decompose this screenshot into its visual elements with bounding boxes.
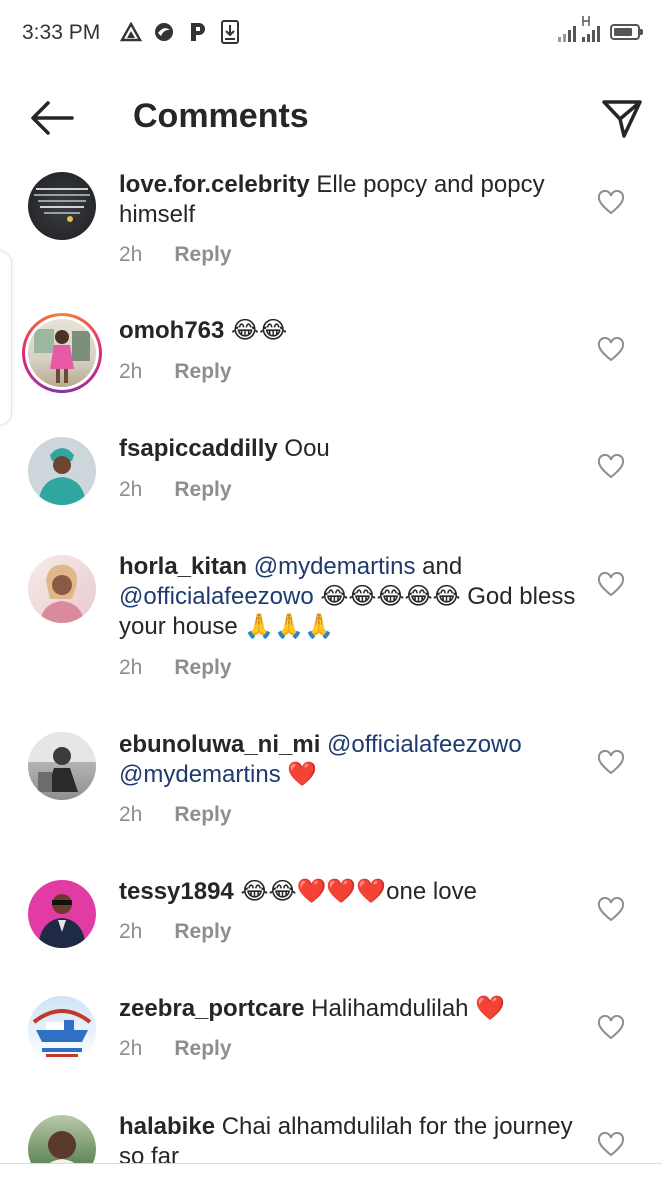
comment-meta: 2h Reply	[119, 656, 232, 680]
comment-text: ebunoluwa_ni_mi @officialafeezowo @mydem…	[119, 730, 579, 790]
delta-icon	[120, 20, 142, 44]
comment-time: 2h	[119, 920, 143, 943]
comment-username[interactable]: ebunoluwa_ni_mi	[119, 731, 320, 758]
like-button[interactable]	[597, 571, 625, 598]
comment-meta: 2h Reply	[119, 920, 232, 944]
notification-icons	[120, 20, 241, 44]
like-button[interactable]	[597, 336, 625, 363]
comment-username[interactable]: love.for.celebrity	[119, 171, 310, 198]
comment-body: and	[415, 553, 463, 580]
reply-button[interactable]: Reply	[174, 803, 231, 827]
avatar[interactable]	[28, 996, 96, 1064]
avatar[interactable]	[28, 732, 96, 800]
comment-time: 2h	[119, 478, 143, 501]
avatar	[28, 319, 96, 387]
heart-outline-icon	[597, 1014, 625, 1040]
reply-button[interactable]: Reply	[174, 243, 231, 267]
parking-p-icon	[186, 20, 208, 44]
comment-text: fsapiccaddilly Oou	[119, 434, 579, 464]
heart-outline-icon	[597, 1131, 625, 1157]
comment-body: 😂😂	[224, 317, 288, 344]
comments-header: Comments	[0, 80, 662, 160]
reply-button[interactable]: Reply	[174, 1037, 231, 1061]
comment-mention[interactable]: @officialafeezowo	[320, 731, 522, 758]
avatar[interactable]	[28, 437, 96, 505]
avatar[interactable]	[28, 555, 96, 623]
comment-username[interactable]: omoh763	[119, 317, 224, 344]
reply-button[interactable]: Reply	[174, 656, 231, 680]
page-title: Comments	[133, 97, 309, 135]
comment-time: 2h	[119, 803, 143, 826]
like-button[interactable]	[597, 896, 625, 923]
comment-meta: 2h Reply	[119, 360, 232, 384]
back-button[interactable]	[28, 98, 76, 138]
comment-mention[interactable]: @officialafeezowo	[119, 583, 314, 610]
like-button[interactable]	[597, 1131, 625, 1158]
comment-username[interactable]: zeebra_portcare	[119, 995, 304, 1022]
heart-outline-icon	[597, 571, 625, 597]
signal-icon	[558, 20, 576, 42]
heart-outline-icon	[597, 749, 625, 775]
swirl-icon	[153, 20, 175, 44]
share-button[interactable]	[600, 96, 644, 140]
bottom-bar	[0, 1164, 662, 1186]
comment-body: ❤️	[280, 761, 318, 788]
comment-meta: 2h Reply	[119, 243, 232, 267]
status-bar: 3:33 PM	[0, 0, 662, 66]
comment-body: 😂😂❤️❤️❤️one love	[233, 878, 477, 905]
reply-button[interactable]: Reply	[174, 478, 231, 502]
battery-icon	[610, 24, 643, 40]
comment-time: 2h	[119, 360, 143, 383]
heart-outline-icon	[597, 453, 625, 479]
like-button[interactable]	[597, 189, 625, 216]
like-button[interactable]	[597, 1014, 625, 1041]
comment-text: horla_kitan @mydemartins and @officialaf…	[119, 552, 579, 642]
comment-body: Oou	[277, 435, 330, 462]
heart-outline-icon	[597, 189, 625, 215]
download-icon	[219, 20, 241, 44]
comment-time: 2h	[119, 243, 143, 266]
comment-body: Halihamdulilah ❤️	[304, 995, 506, 1022]
paper-plane-icon	[602, 100, 642, 138]
heart-outline-icon	[597, 896, 625, 922]
avatar[interactable]	[28, 880, 96, 948]
comment-username[interactable]: horla_kitan	[119, 553, 247, 580]
comment-text: zeebra_portcare Halihamdulilah ❤️	[119, 994, 579, 1024]
status-time: 3:33 PM	[22, 21, 101, 44]
reply-button[interactable]: Reply	[174, 920, 231, 944]
comment-time: 2h	[119, 1037, 143, 1060]
like-button[interactable]	[597, 453, 625, 480]
comment-text: love.for.celebrity Elle popcy and popcy …	[119, 170, 579, 230]
comment-text: omoh763 😂😂	[119, 316, 579, 346]
comment-username[interactable]: tessy1894	[119, 878, 234, 905]
avatar[interactable]	[28, 172, 96, 240]
comment-meta: 2h Reply	[119, 478, 232, 502]
comment-username[interactable]: halabike	[119, 1113, 215, 1140]
comment-time: 2h	[119, 656, 143, 679]
comment-meta: 2h Reply	[119, 803, 232, 827]
avatar-story-ring[interactable]	[22, 313, 102, 393]
reply-button[interactable]: Reply	[174, 360, 231, 384]
comment-mention[interactable]: @mydemartins	[119, 761, 281, 788]
heart-outline-icon	[597, 336, 625, 362]
signal-h-icon	[582, 16, 600, 42]
comment-text: tessy1894 😂😂❤️❤️❤️one love	[119, 877, 579, 907]
side-panel-handle[interactable]	[0, 250, 12, 426]
comment-meta: 2h Reply	[119, 1037, 232, 1061]
comment-mention[interactable]: @mydemartins	[247, 553, 416, 580]
like-button[interactable]	[597, 749, 625, 776]
comment-username[interactable]: fsapiccaddilly	[119, 435, 278, 462]
arrow-left-icon	[31, 101, 74, 135]
system-icons	[558, 16, 643, 42]
